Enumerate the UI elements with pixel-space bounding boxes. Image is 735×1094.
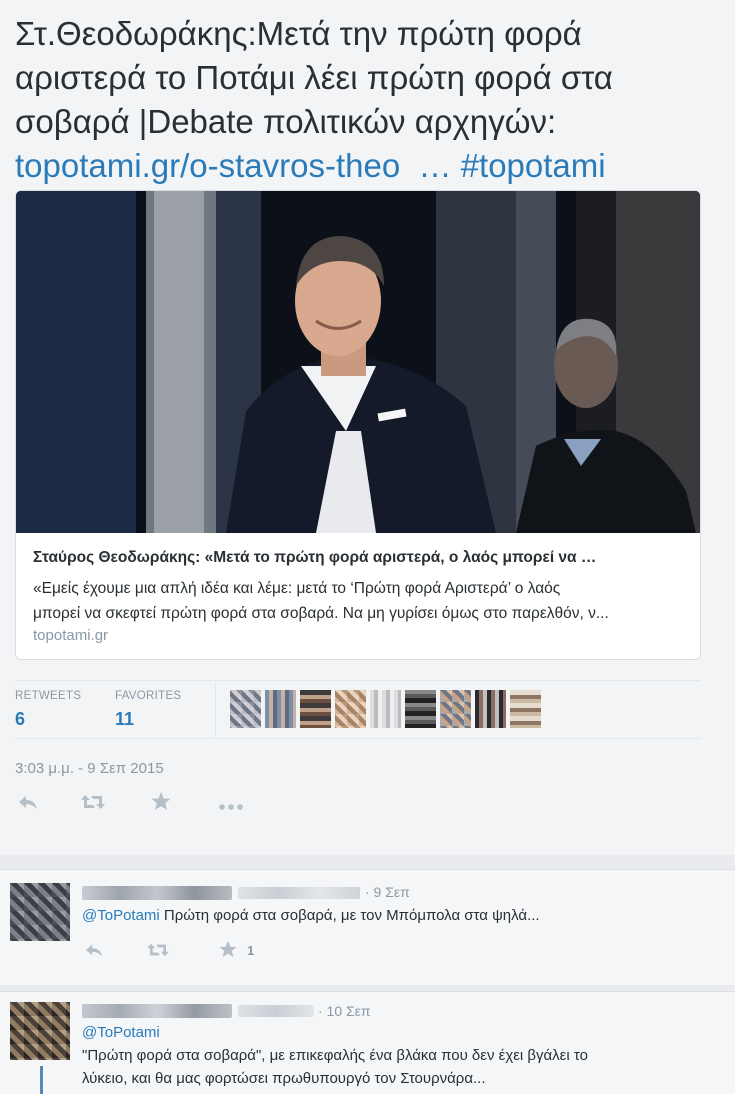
reply-author-handle[interactable] [238, 1005, 314, 1017]
conversation-line [40, 1066, 43, 1094]
card-description-line: μπορεί να σκεφτεί πρώτη φορά στα σοβαρά.… [33, 605, 609, 622]
avatar[interactable] [335, 690, 366, 728]
card-title[interactable]: Σταύρος Θεοδωράκης: «Μετά το πρώτη φορά … [33, 549, 693, 567]
retweets-label[interactable]: RETWEETS [15, 690, 81, 702]
stats-divider-bottom [15, 738, 701, 739]
avatar[interactable] [475, 690, 506, 728]
reply-body: Πρώτη φορά στα σοβαρά, με τον Μπόμπολα σ… [159, 907, 540, 924]
stats-divider-top [15, 680, 701, 681]
link-ellipsis[interactable]: … [419, 147, 452, 184]
mention-link[interactable]: @ToPotami [82, 1021, 722, 1044]
favorites-count[interactable]: 11 [115, 709, 134, 730]
card-photo[interactable] [16, 191, 700, 533]
avatar[interactable] [300, 690, 331, 728]
card-photo-image [16, 191, 700, 533]
avatar[interactable] [510, 690, 541, 728]
section-gap [0, 855, 735, 869]
tweet-links-line: topotami.gr/o-stavros-theo … #topotami [15, 144, 715, 188]
tweet-text-line: σοβαρά |Debate πολιτικών αρχηγών: [15, 103, 557, 140]
reply-icon[interactable] [84, 942, 104, 963]
reply-icon[interactable] [17, 793, 39, 816]
favoriters-avatars [230, 690, 541, 728]
reply-body-line: λύκειο, και θα μας φορτώσει πρωθυπουργό … [82, 1070, 486, 1087]
reply-author-handle[interactable] [238, 887, 360, 899]
reply-time[interactable]: · 10 Σεπ [318, 1003, 371, 1019]
reply-tweet[interactable]: · 10 Σεπ @ToPotami "Πρώτη φορά στα σοβαρ… [0, 991, 735, 1094]
reply-author-name[interactable] [82, 886, 232, 900]
avatar[interactable] [405, 690, 436, 728]
reply-text: @ToPotami Πρώτη φορά στα σοβαρά, με τον … [82, 904, 722, 927]
reply-author-name[interactable] [82, 1004, 232, 1018]
card-description: «Εμείς έχουμε μια απλή ιδέα και λέμε: με… [33, 576, 685, 626]
reply-body-line: "Πρώτη φορά στα σοβαρά", με επικεφαλής έ… [82, 1047, 588, 1064]
avatar[interactable] [10, 883, 70, 941]
reply-tweet[interactable]: · 9 Σεπ @ToPotami Πρώτη φορά στα σοβαρά,… [0, 869, 735, 985]
reply-text: @ToPotami "Πρώτη φορά στα σοβαρά", με επ… [82, 1021, 722, 1090]
more-icon[interactable] [218, 796, 244, 817]
hashtag-link[interactable]: #topotami [461, 147, 606, 184]
article-link[interactable]: topotami.gr/o-stavros-theo [15, 147, 400, 184]
avatar[interactable] [265, 690, 296, 728]
avatar[interactable] [10, 1002, 70, 1060]
tweet-text: Στ.Θεοδωράκης:Μετά την πρώτη φορά αριστε… [15, 12, 715, 188]
tweet-timestamp[interactable]: 3:03 μ.μ. - 9 Σεπ 2015 [15, 760, 164, 777]
link-card[interactable]: Σταύρος Θεοδωράκης: «Μετά το πρώτη φορά … [15, 190, 701, 660]
avatar[interactable] [440, 690, 471, 728]
card-description-line: «Εμείς έχουμε μια απλή ιδέα και λέμε: με… [33, 580, 561, 597]
tweet-text-line: Στ.Θεοδωράκης:Μετά την πρώτη φορά [15, 15, 582, 52]
favorites-label[interactable]: FAVORITES [115, 690, 181, 702]
card-domain[interactable]: topotami.gr [33, 627, 108, 644]
avatar[interactable] [230, 690, 261, 728]
retweet-icon[interactable] [146, 942, 170, 963]
star-icon[interactable] [150, 791, 172, 816]
avatar[interactable] [370, 690, 401, 728]
tweet-text-line: αριστερά το Ποτάμι λέει πρώτη φορά στα [15, 59, 613, 96]
stats-separator [215, 682, 216, 737]
reply-favorite-count[interactable]: 1 [247, 943, 254, 958]
star-icon[interactable] [218, 940, 238, 963]
retweets-count[interactable]: 6 [15, 709, 25, 730]
mention-link[interactable]: @ToPotami [82, 907, 160, 924]
retweet-icon[interactable] [80, 793, 106, 816]
reply-time[interactable]: · 9 Σεπ [365, 884, 410, 900]
